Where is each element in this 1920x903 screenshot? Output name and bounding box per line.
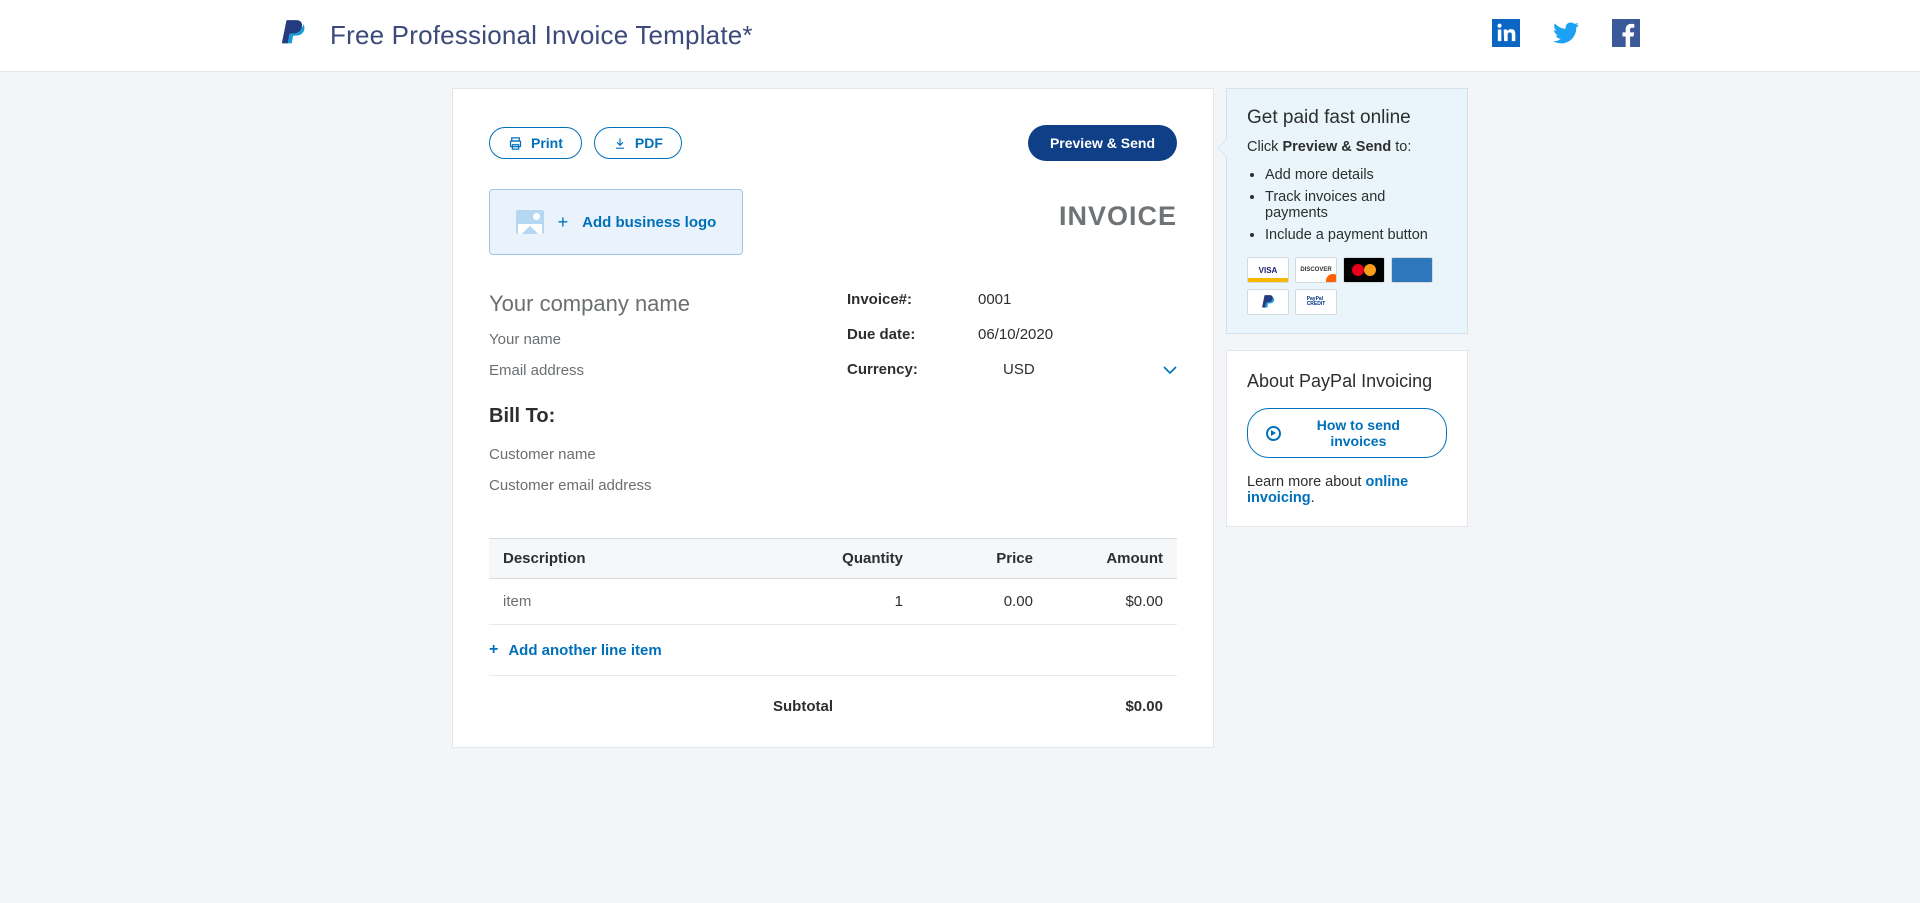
customer-name-input[interactable] (489, 446, 807, 463)
bill-to-heading: Bill To: (489, 405, 807, 428)
invoice-number-label: Invoice#: (847, 291, 978, 308)
due-date-label: Due date: (847, 326, 978, 343)
promo-bullet: Add more details (1265, 167, 1449, 183)
invoice-heading: INVOICE (1059, 201, 1177, 232)
col-description: Description (503, 550, 773, 567)
add-line-label: Add another line item (508, 642, 661, 659)
currency-value: USD (1003, 361, 1163, 378)
paypal-credit-icon: PayPalCREDIT (1295, 289, 1337, 315)
promo-heading: Get paid fast online (1247, 107, 1449, 129)
pdf-label: PDF (635, 135, 663, 151)
twitter-link[interactable] (1552, 19, 1580, 52)
col-amount: Amount (1033, 550, 1163, 567)
currency-label: Currency: (847, 361, 1003, 378)
col-quantity: Quantity (773, 550, 903, 567)
invoice-card: Print PDF Preview & Send + Add business … (452, 88, 1214, 748)
plus-icon: + (558, 212, 569, 233)
payment-methods: VISA DISCOVER PayPalCREDIT (1247, 257, 1449, 315)
discover-icon: DISCOVER (1295, 257, 1337, 283)
print-label: Print (531, 135, 563, 151)
print-button[interactable]: Print (489, 127, 582, 159)
linkedin-link[interactable] (1492, 19, 1520, 52)
paypal-logo-icon (280, 18, 306, 53)
add-logo-dropzone[interactable]: + Add business logo (489, 189, 743, 255)
chevron-down-icon (1163, 362, 1177, 378)
page-header: Free Professional Invoice Template* (0, 0, 1920, 72)
pdf-button[interactable]: PDF (594, 127, 682, 159)
print-icon (508, 136, 523, 151)
due-date-input[interactable] (978, 326, 1177, 343)
subtotal-label: Subtotal (773, 698, 1033, 715)
linkedin-icon (1492, 19, 1520, 47)
about-panel: About PayPal Invoicing How to send invoi… (1226, 350, 1468, 527)
customer-email-input[interactable] (489, 477, 807, 494)
play-icon (1266, 426, 1281, 441)
promo-bullet: Track invoices and payments (1265, 189, 1449, 221)
table-row: 1 0.00 $0.00 (489, 579, 1177, 625)
item-description-input[interactable] (503, 593, 773, 610)
invoice-number-input[interactable] (978, 291, 1177, 308)
facebook-icon (1612, 19, 1640, 47)
mastercard-icon (1343, 257, 1385, 283)
visa-icon: VISA (1247, 257, 1289, 283)
facebook-link[interactable] (1612, 19, 1640, 52)
promo-panel: Get paid fast online Click Preview & Sen… (1226, 88, 1468, 334)
line-items-table: Description Quantity Price Amount 1 0.00… (489, 538, 1177, 723)
company-name-input[interactable] (489, 291, 807, 317)
learn-more-text: Learn more about online invoicing. (1247, 474, 1447, 506)
paypal-card-icon (1247, 289, 1289, 315)
howto-button[interactable]: How to send invoices (1247, 408, 1447, 458)
item-qty[interactable]: 1 (773, 593, 903, 610)
col-price: Price (903, 550, 1033, 567)
add-line-item-button[interactable]: + Add another line item (489, 625, 1177, 676)
your-name-input[interactable] (489, 331, 807, 348)
download-icon (613, 136, 627, 151)
item-amount: $0.00 (1033, 593, 1163, 610)
add-logo-label: Add business logo (582, 214, 716, 231)
item-price[interactable]: 0.00 (903, 593, 1033, 610)
promo-bullet: Include a payment button (1265, 227, 1449, 243)
amex-icon (1391, 257, 1433, 283)
subtotal-value: $0.00 (1033, 698, 1163, 715)
social-links (1492, 19, 1640, 52)
page-title: Free Professional Invoice Template* (330, 20, 753, 51)
your-email-input[interactable] (489, 362, 807, 379)
promo-lead: Click Preview & Send to: (1247, 139, 1449, 155)
plus-icon: + (489, 641, 498, 659)
twitter-icon (1552, 19, 1580, 47)
about-heading: About PayPal Invoicing (1247, 371, 1447, 392)
image-placeholder-icon (516, 210, 544, 234)
currency-select[interactable]: USD (1003, 361, 1177, 378)
preview-send-button[interactable]: Preview & Send (1028, 125, 1177, 161)
howto-label: How to send invoices (1289, 417, 1428, 449)
